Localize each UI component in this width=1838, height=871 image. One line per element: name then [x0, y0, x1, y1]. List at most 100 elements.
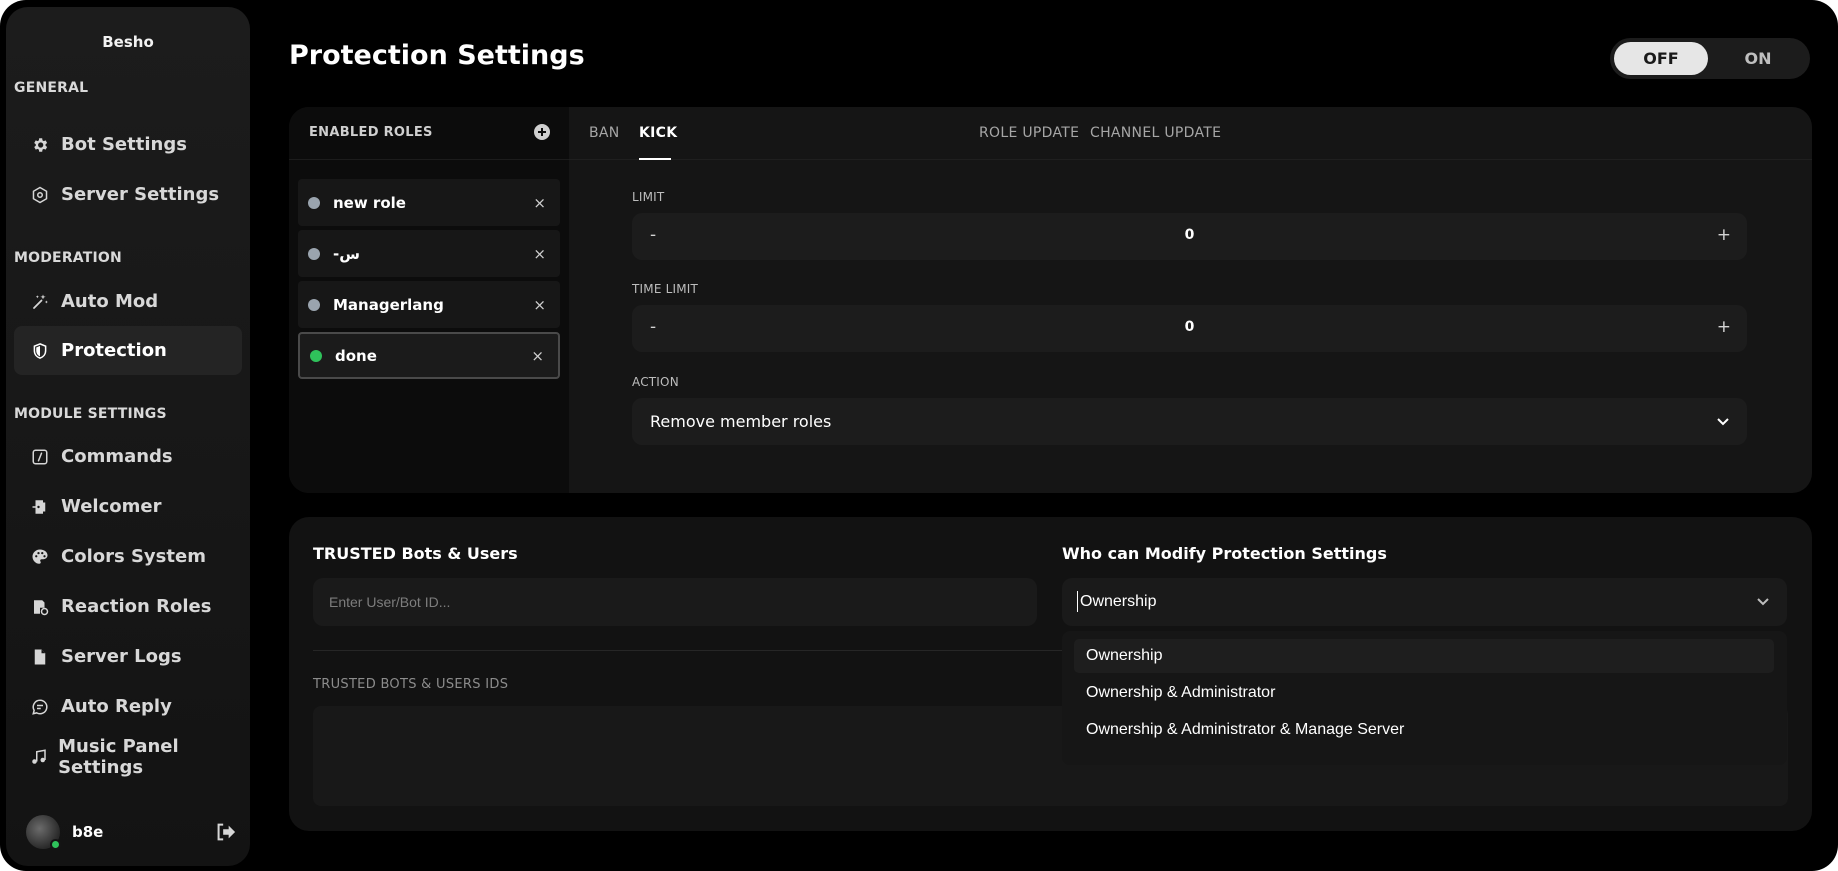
action-value: Remove member roles — [650, 412, 832, 431]
nav-commands[interactable]: Commands — [14, 432, 242, 481]
palette-icon — [29, 546, 51, 568]
remove-role-icon[interactable]: × — [533, 296, 546, 314]
section-general: GENERAL — [14, 80, 89, 96]
remove-role-icon[interactable]: × — [531, 347, 544, 365]
add-role-icon[interactable] — [534, 124, 550, 140]
gear-icon — [29, 134, 51, 156]
role-name: -س — [333, 244, 360, 263]
magic-wand-icon — [29, 291, 51, 313]
protection-config-card: ENABLED ROLES new role × -س × Managerlan… — [289, 107, 1812, 493]
nav-label: Auto Reply — [61, 696, 172, 717]
brand-name: Besho — [102, 33, 154, 51]
user-profile: b8e — [26, 812, 238, 852]
action-label: ACTION — [632, 375, 679, 389]
chevron-down-icon — [1757, 598, 1769, 606]
toggle-on-option[interactable]: ON — [1711, 42, 1805, 75]
modify-permission-select[interactable]: Ownership — [1062, 578, 1787, 626]
role-color-dot — [308, 196, 320, 209]
tab-channel-update[interactable]: CHANNEL UPDATE — [1090, 125, 1221, 141]
trusted-card: TRUSTED Bots & Users TRUSTED BOTS & USER… — [289, 517, 1812, 831]
time-limit-label: TIME LIMIT — [632, 282, 699, 296]
limit-stepper[interactable]: - 0 + — [632, 213, 1747, 260]
reaction-roles-icon — [29, 596, 51, 618]
page-title: Protection Settings — [289, 40, 585, 71]
dashboard-app: Besho GENERAL Bot Settings Server Settin… — [0, 0, 1838, 871]
limit-label: LIMIT — [632, 190, 665, 204]
music-note-icon — [29, 746, 48, 768]
nav-label: Welcomer — [61, 496, 162, 517]
nav-protection[interactable]: Protection — [14, 326, 242, 375]
file-icon — [29, 646, 51, 668]
enabled-roles-panel: ENABLED ROLES new role × -س × Managerlan… — [289, 107, 569, 493]
welcome-door-icon — [29, 496, 51, 518]
enabled-roles-heading: ENABLED ROLES — [309, 125, 433, 140]
logout-icon[interactable] — [212, 819, 238, 845]
active-tab-indicator — [639, 158, 671, 160]
section-moderation: MODERATION — [14, 250, 122, 266]
nav-label: Colors System — [61, 546, 206, 567]
tab-ban[interactable]: BAN — [589, 125, 620, 141]
username: b8e — [72, 823, 104, 841]
nav-label: Commands — [61, 446, 173, 467]
nav-reaction-roles[interactable]: Reaction Roles — [14, 582, 242, 631]
role-item[interactable]: Managerlang × — [298, 281, 560, 328]
role-color-dot — [308, 298, 320, 311]
tab-role-update[interactable]: ROLE UPDATE — [979, 125, 1079, 141]
modify-title: Who can Modify Protection Settings — [1062, 544, 1387, 563]
nav-auto-mod[interactable]: Auto Mod — [14, 277, 242, 326]
nav-server-logs[interactable]: Server Logs — [14, 632, 242, 681]
role-color-dot — [310, 349, 322, 362]
dropdown-option-ownership-admin[interactable]: Ownership & Administrator — [1074, 676, 1774, 710]
nav-label: Server Logs — [61, 646, 182, 667]
limit-increment-button[interactable]: + — [1717, 225, 1731, 245]
nav-label: Reaction Roles — [61, 596, 212, 617]
trusted-ids-label: TRUSTED BOTS & USERS IDS — [313, 677, 509, 692]
online-status-dot — [50, 839, 61, 850]
trusted-id-input[interactable] — [313, 578, 1037, 626]
nav-label: Auto Mod — [61, 291, 159, 312]
role-name: done — [335, 346, 377, 365]
modify-permission-value: Ownership — [1080, 593, 1157, 610]
toggle-off-option[interactable]: OFF — [1614, 42, 1708, 75]
role-item[interactable]: new role × — [298, 179, 560, 226]
nav-label: Server Settings — [61, 184, 220, 205]
nav-label: Bot Settings — [61, 134, 187, 155]
chevron-down-icon — [1717, 418, 1729, 426]
remove-role-icon[interactable]: × — [533, 194, 546, 212]
dropdown-option-ownership[interactable]: Ownership — [1074, 639, 1774, 673]
action-select[interactable]: Remove member roles — [632, 398, 1747, 445]
command-icon — [29, 446, 51, 468]
role-item-selected[interactable]: done × — [298, 332, 560, 379]
divider — [289, 159, 569, 160]
role-color-dot — [308, 247, 320, 260]
time-limit-stepper[interactable]: - 0 + — [632, 305, 1747, 352]
time-limit-value: 0 — [1184, 319, 1195, 335]
sidebar: Besho GENERAL Bot Settings Server Settin… — [6, 7, 250, 866]
role-name: Managerlang — [333, 295, 444, 314]
chat-bubble-icon — [29, 696, 51, 718]
tab-kick-label[interactable]: KICK — [639, 125, 677, 141]
protection-toggle[interactable]: OFF ON — [1610, 38, 1810, 79]
nav-bot-settings[interactable]: Bot Settings — [14, 120, 242, 169]
nav-colors-system[interactable]: Colors System — [14, 532, 242, 581]
shield-icon — [29, 340, 51, 362]
modify-permission-dropdown: Ownership Ownership & Administrator Owne… — [1062, 631, 1787, 765]
nav-music-panel-settings[interactable]: Music Panel Settings — [14, 732, 242, 781]
trusted-title: TRUSTED Bots & Users — [313, 544, 518, 563]
dropdown-option-ownership-admin-manage[interactable]: Ownership & Administrator & Manage Serve… — [1074, 713, 1774, 747]
event-tabs: BAN ROLE UPDATE CHANNEL UPDATE — [569, 107, 1812, 160]
divider — [313, 650, 1069, 651]
role-item[interactable]: -س × — [298, 230, 560, 277]
role-name: new role — [333, 193, 406, 212]
remove-role-icon[interactable]: × — [533, 245, 546, 263]
nav-label: Protection — [61, 340, 167, 361]
text-caret — [1077, 591, 1078, 612]
nav-welcomer[interactable]: Welcomer — [14, 482, 242, 531]
nav-server-settings[interactable]: Server Settings — [14, 170, 242, 219]
avatar[interactable] — [26, 815, 61, 850]
time-limit-increment-button[interactable]: + — [1717, 317, 1731, 337]
hexagon-icon — [29, 184, 51, 206]
section-module-settings: MODULE SETTINGS — [14, 406, 167, 422]
nav-auto-reply[interactable]: Auto Reply — [14, 682, 242, 731]
limit-value: 0 — [1184, 227, 1195, 243]
